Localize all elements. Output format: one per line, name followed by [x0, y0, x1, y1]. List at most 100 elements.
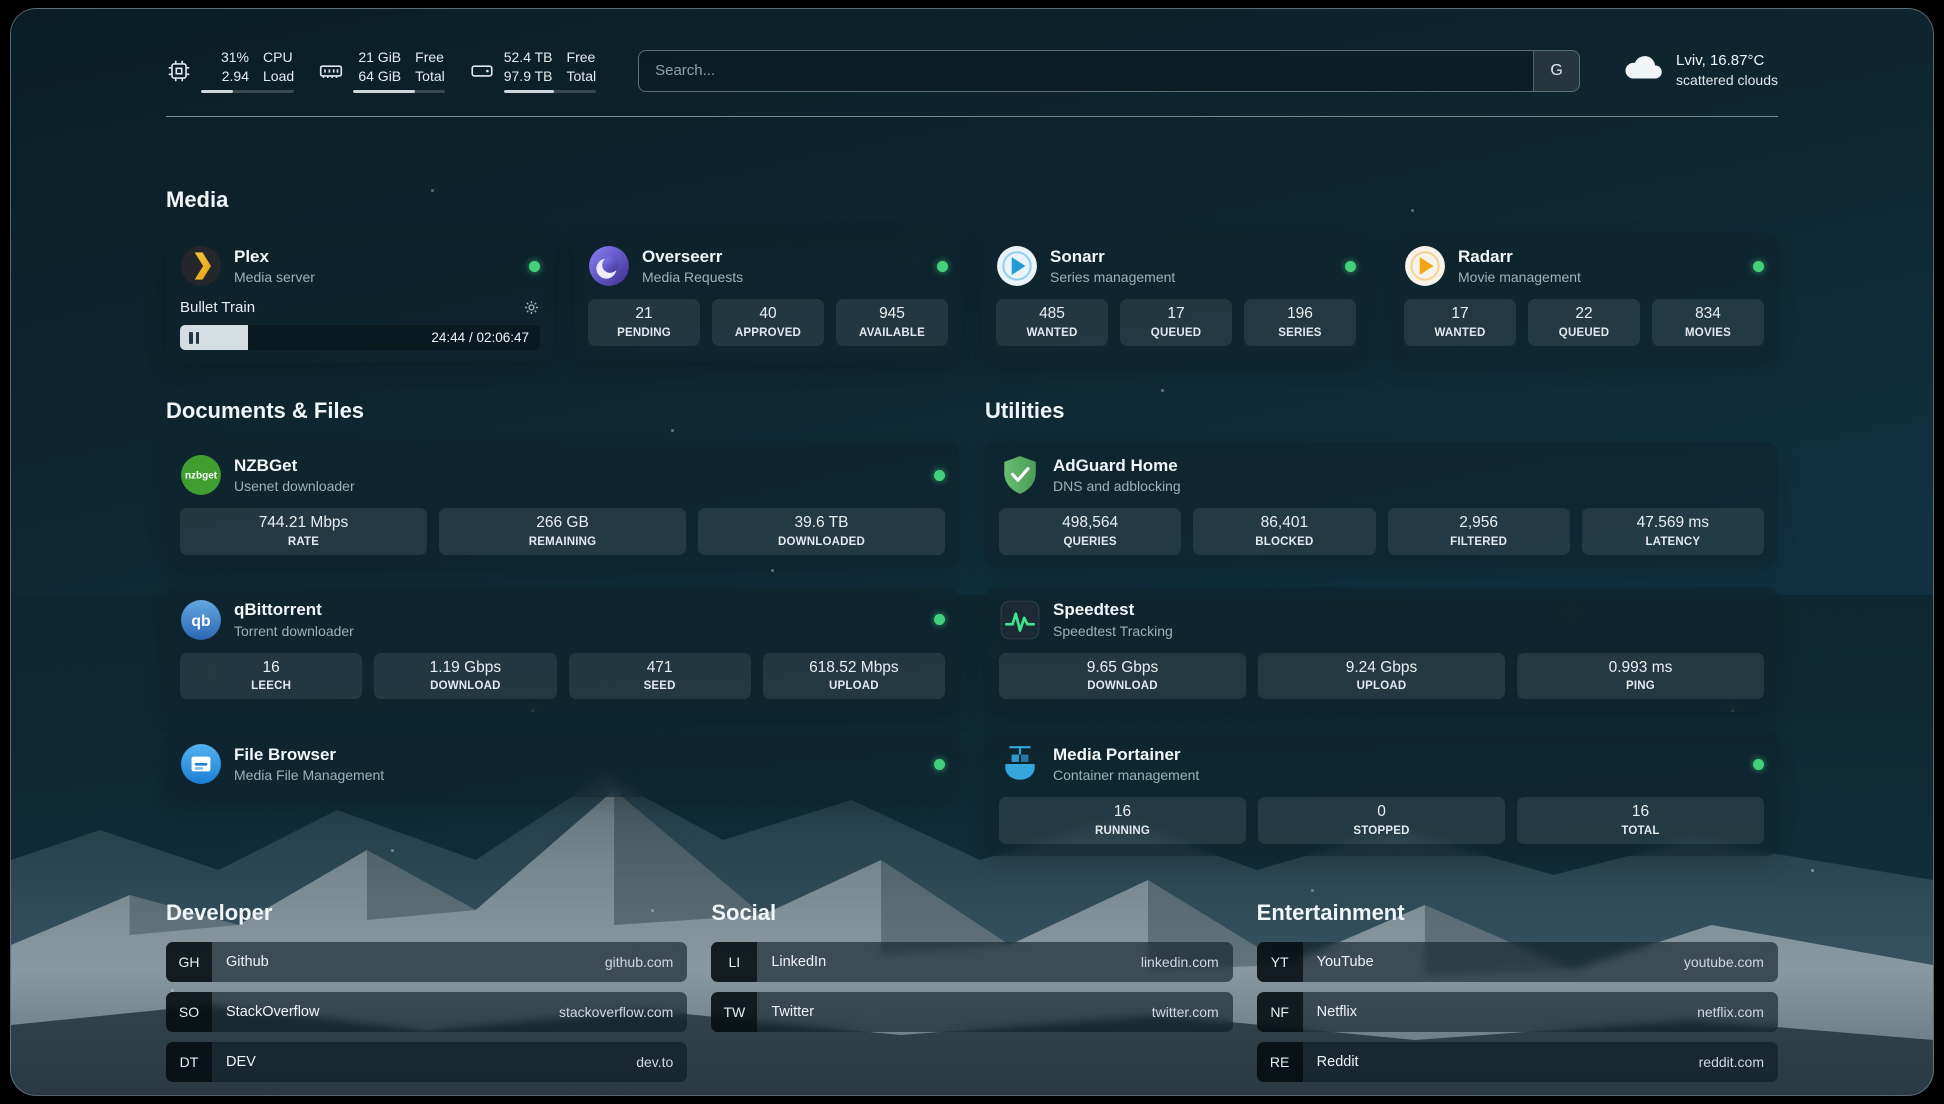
memory-widget: 21 GiB 64 GiB Free Total [318, 48, 445, 92]
disk-total-label: Total [567, 67, 597, 85]
stat-value: 16 [184, 659, 358, 678]
plex-progress-bar: 24:44 / 02:06:47 [180, 325, 540, 350]
bookmark-group-title: Social [711, 900, 1232, 926]
sonarr-icon [996, 245, 1038, 287]
bookmark-dev[interactable]: DTDEVdev.to [166, 1042, 687, 1082]
stat-label: MOVIES [1656, 327, 1760, 339]
stat-label: BLOCKED [1197, 536, 1371, 548]
pause-icon[interactable] [189, 332, 199, 344]
stat-box: 744.21 MbpsRATE [180, 508, 427, 555]
service-description: Speedtest Tracking [1053, 623, 1173, 639]
status-dot-online [1345, 261, 1356, 272]
service-description: Media File Management [234, 767, 384, 783]
service-card-plex[interactable]: Plex Media server Bullet Train [166, 233, 554, 362]
cloud-icon [1622, 47, 1664, 94]
service-name: NZBGet [234, 456, 355, 476]
memory-usage-bar [353, 90, 445, 93]
bookmark-twitter[interactable]: TWTwittertwitter.com [711, 992, 1232, 1032]
section-documents: Documents & Files nzbget NZBGet Usenet d… [166, 398, 959, 797]
stat-label: QUEUED [1124, 327, 1228, 339]
bookmark-group-social: Social LILinkedInlinkedin.com TWTwittertw… [711, 900, 1232, 1042]
stat-value: 9.65 Gbps [1003, 659, 1242, 678]
bookmark-group-title: Developer [166, 900, 687, 926]
service-description: DNS and adblocking [1053, 478, 1181, 494]
bookmark-netflix[interactable]: NFNetflixnetflix.com [1257, 992, 1778, 1032]
memory-total-label: Total [415, 67, 445, 85]
service-card-adguard[interactable]: AdGuard Home DNS and adblocking 498,564Q… [985, 442, 1778, 567]
settings-gear-icon[interactable] [523, 299, 540, 316]
stat-label: SEED [573, 680, 747, 692]
bookmark-name: Reddit [1303, 1054, 1373, 1070]
search-provider-button[interactable]: G [1533, 51, 1579, 91]
service-card-overseerr[interactable]: Overseerr Media Requests 21PENDING40APPR… [574, 233, 962, 362]
stat-label: TOTAL [1521, 825, 1760, 837]
snow-particles [11, 9, 14, 12]
bookmark-linkedin[interactable]: LILinkedInlinkedin.com [711, 942, 1232, 982]
service-stats: 9.65 GbpsDOWNLOAD9.24 GbpsUPLOAD0.993 ms… [999, 653, 1764, 700]
stat-value: 485 [1000, 305, 1104, 324]
service-card-portainer[interactable]: Media Portainer Container management 16R… [985, 731, 1778, 856]
stat-label: DOWNLOAD [1003, 680, 1242, 692]
top-bar: 31% 2.94 CPU Load [166, 47, 1778, 94]
stat-box: 17QUEUED [1120, 299, 1232, 346]
service-card-radarr[interactable]: Radarr Movie management 17WANTED22QUEUED… [1390, 233, 1778, 362]
status-dot-online [1753, 261, 1764, 272]
svg-text:nzbget: nzbget [185, 471, 218, 482]
bookmark-name: Github [212, 954, 283, 970]
section-title-documents: Documents & Files [166, 398, 959, 424]
stat-box: 945AVAILABLE [836, 299, 948, 346]
cpu-percent: 31% [221, 48, 249, 66]
stat-box: 0STOPPED [1258, 797, 1505, 844]
service-stats: 16RUNNING0STOPPED16TOTAL [999, 797, 1764, 844]
nzbget-icon: nzbget [180, 454, 222, 496]
status-dot-online [934, 614, 945, 625]
service-card-nzbget[interactable]: nzbget NZBGet Usenet downloader 744.21 M… [166, 442, 959, 567]
bookmark-stackoverflow[interactable]: SOStackOverflowstackoverflow.com [166, 992, 687, 1032]
service-card-speedtest[interactable]: Speedtest Speedtest Tracking 9.65 GbpsDO… [985, 587, 1778, 712]
stat-value: 39.6 TB [702, 514, 941, 533]
search-bar[interactable]: G [638, 50, 1580, 92]
stat-box: 0.993 msPING [1517, 653, 1764, 700]
bookmark-url: netflix.com [1697, 1004, 1778, 1020]
stat-value: 86,401 [1197, 514, 1371, 533]
bookmark-name: YouTube [1303, 954, 1388, 970]
filebrowser-icon [180, 743, 222, 785]
stat-box: 485WANTED [996, 299, 1108, 346]
service-stats: 21PENDING40APPROVED945AVAILABLE [588, 299, 948, 346]
stat-value: 40 [716, 305, 820, 324]
stat-value: 2,956 [1392, 514, 1566, 533]
weather-widget: Lviv, 16.87°C scattered clouds [1622, 47, 1778, 94]
service-card-sonarr[interactable]: Sonarr Series management 485WANTED17QUEU… [982, 233, 1370, 362]
section-title-utilities: Utilities [985, 398, 1778, 424]
service-description: Usenet downloader [234, 478, 355, 494]
bookmark-abbr-badge: RE [1257, 1042, 1303, 1082]
bookmark-name: DEV [212, 1054, 270, 1070]
disk-free-value: 52.4 TB [504, 48, 553, 66]
stat-value: 22 [1532, 305, 1636, 324]
stat-box: 471SEED [569, 653, 751, 700]
stat-label: SERIES [1248, 327, 1352, 339]
portainer-icon [999, 743, 1041, 785]
bookmark-abbr-badge: LI [711, 942, 757, 982]
stat-value: 834 [1656, 305, 1760, 324]
stat-label: LATENCY [1586, 536, 1760, 548]
service-name: Sonarr [1050, 247, 1175, 267]
bookmark-youtube[interactable]: YTYouTubeyoutube.com [1257, 942, 1778, 982]
stat-label: DOWNLOAD [378, 680, 552, 692]
stat-label: AVAILABLE [840, 327, 944, 339]
stat-value: 16 [1521, 803, 1760, 822]
stat-label: LEECH [184, 680, 358, 692]
now-playing-title: Bullet Train [180, 299, 255, 316]
stat-label: QUEUED [1532, 327, 1636, 339]
bookmark-reddit[interactable]: RERedditreddit.com [1257, 1042, 1778, 1082]
search-input[interactable] [639, 51, 1533, 91]
service-card-qbittorrent[interactable]: qb qBittorrent Torrent downloader 16LEEC… [166, 587, 959, 712]
memory-free-value: 21 GiB [358, 48, 401, 66]
memory-free-label: Free [415, 48, 445, 66]
bookmark-github[interactable]: GHGithubgithub.com [166, 942, 687, 982]
service-name: qBittorrent [234, 600, 354, 620]
service-card-filebrowser[interactable]: File Browser Media File Management [166, 731, 959, 797]
stat-value: 21 [592, 305, 696, 324]
section-utilities: Utilities AdGuard Home DNS and adblockin… [985, 398, 1778, 856]
cpu-load-value: 2.94 [222, 67, 249, 85]
